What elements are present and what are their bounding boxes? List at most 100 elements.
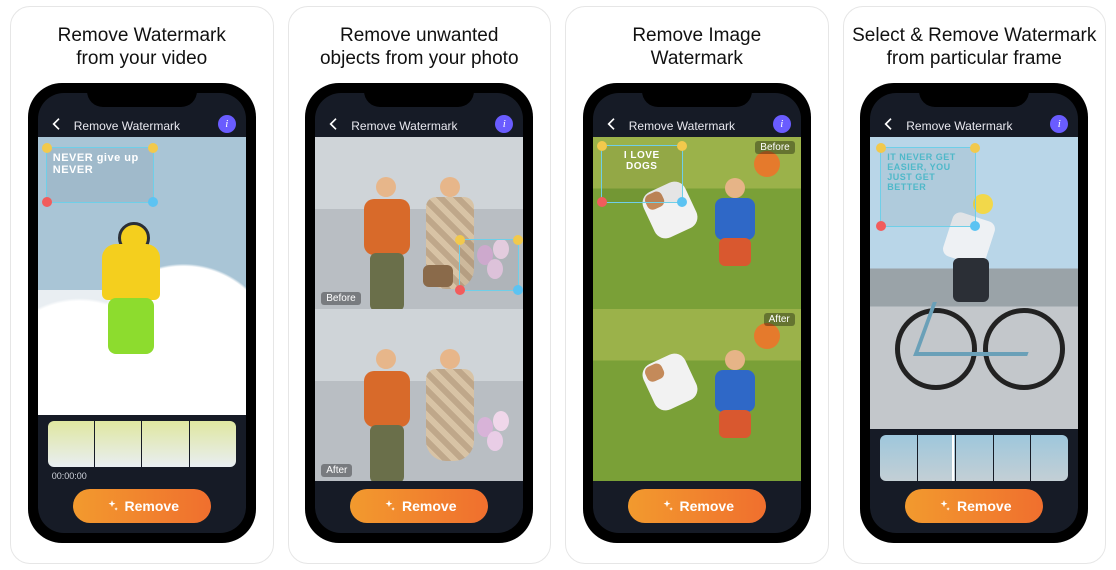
back-arrow-icon [326,116,342,132]
screen-title: Remove Watermark [74,119,210,133]
back-button[interactable] [325,115,343,133]
info-button[interactable]: i [495,115,513,133]
remove-button-label: Remove [125,498,179,514]
video-timeline[interactable] [48,421,236,467]
remove-button[interactable]: Remove [905,489,1043,523]
remove-button[interactable]: Remove [350,489,488,523]
frame-thumb[interactable] [994,435,1031,481]
sparkle-icon [382,499,396,513]
info-button[interactable]: i [1050,115,1068,133]
handle-icon[interactable] [42,197,52,207]
media-area[interactable]: NEVER give up NEVER [38,137,246,415]
media-area[interactable]: I LOVE DOGS Before After [593,137,801,481]
handle-icon[interactable] [597,197,607,207]
sparkle-icon [660,499,674,513]
frame-thumb[interactable] [1031,435,1068,481]
caption-3-line2: Watermark [651,48,743,69]
remove-button-label: Remove [680,498,734,514]
handle-icon[interactable] [597,141,607,151]
promo-card-1: Remove Watermark from your video Remove … [10,6,274,564]
app-screen-2: Remove Watermark i [315,93,523,533]
before-label: Before [755,141,794,154]
back-arrow-icon [49,116,65,132]
after-label: After [764,313,795,326]
frame-thumb[interactable] [918,435,955,481]
phone-mockup-1: Remove Watermark i [28,83,256,543]
watermark-selection[interactable]: I LOVE DOGS [601,145,683,203]
remove-button-label: Remove [957,498,1011,514]
watermark-selection[interactable]: IT NEVER GET EASIER, YOU JUST GET BETTER [880,147,976,227]
back-button[interactable] [603,115,621,133]
top-bar: Remove Watermark i [315,93,523,137]
watermark-text: I LOVE DOGS [624,150,660,172]
handle-icon[interactable] [677,141,687,151]
back-button[interactable] [880,115,898,133]
remove-button[interactable]: Remove [628,489,766,523]
caption-2: Remove unwanted objects from your photo [320,23,519,71]
frame-thumb[interactable] [956,435,993,481]
handle-icon[interactable] [148,197,158,207]
back-button[interactable] [48,115,66,133]
screen-title: Remove Watermark [629,119,765,133]
timeline-thumb [48,421,94,467]
watermark-text: NEVER give up NEVER [53,152,139,176]
after-label: After [321,464,352,477]
info-icon: i [780,118,783,130]
before-image: I LOVE DOGS Before [593,137,801,309]
top-bar: Remove Watermark i [38,93,246,137]
handle-icon[interactable] [148,143,158,153]
frame-marker[interactable] [952,435,954,481]
top-bar: Remove Watermark i [593,93,801,137]
back-arrow-icon [881,116,897,132]
handle-icon[interactable] [677,197,687,207]
caption-2-line1: Remove unwanted [340,25,498,46]
media-area[interactable]: IT NEVER GET EASIER, YOU JUST GET BETTER [870,137,1078,429]
bottom-panel: Remove [593,481,801,533]
info-button[interactable]: i [218,115,236,133]
sparkle-icon [937,499,951,513]
promo-card-3: Remove Image Watermark Remove Watermark … [565,6,829,564]
app-screen-4: Remove Watermark i [870,93,1078,533]
remove-button-label: Remove [402,498,456,514]
timecode: 00:00:00 [52,471,87,481]
phone-mockup-3: Remove Watermark i [583,83,811,543]
timeline-thumb [95,421,141,467]
phone-mockup-4: Remove Watermark i [860,83,1088,543]
after-image: After [315,309,523,481]
timeline-thumb [142,421,188,467]
bottom-panel: Remove [315,481,523,533]
watermark-text: IT NEVER GET EASIER, YOU JUST GET BETTER [887,152,956,192]
handle-icon[interactable] [455,235,465,245]
screen-title: Remove Watermark [906,119,1042,133]
info-icon: i [225,118,228,130]
after-image: After [593,309,801,481]
promo-card-4: Select & Remove Watermark from particula… [843,6,1107,564]
watermark-selection[interactable]: NEVER give up NEVER [46,147,154,203]
sparkle-icon [105,499,119,513]
app-store-screenshots: Remove Watermark from your video Remove … [0,0,1116,570]
balloons [475,411,519,471]
handle-icon[interactable] [42,143,52,153]
screen-title: Remove Watermark [351,119,487,133]
app-screen-1: Remove Watermark i [38,93,246,533]
media-area[interactable]: Before After [315,137,523,481]
promo-card-2: Remove unwanted objects from your photo … [288,6,552,564]
caption-1-line2: from your video [76,48,207,69]
caption-4-line1: Select & Remove Watermark [852,25,1096,46]
info-icon: i [1058,118,1061,130]
caption-3-line1: Remove Image [632,25,761,46]
bottom-panel: 00:00:00 Remove [38,415,246,533]
remove-button[interactable]: Remove [73,489,211,523]
unwanted-object-puppy [423,265,453,287]
caption-1: Remove Watermark from your video [58,23,226,71]
back-arrow-icon [604,116,620,132]
app-screen-3: Remove Watermark i [593,93,801,533]
object-selection[interactable] [459,239,519,291]
caption-1-line1: Remove Watermark [58,25,226,46]
before-label: Before [321,292,360,305]
frame-thumb[interactable] [880,435,917,481]
info-button[interactable]: i [773,115,791,133]
frame-selector[interactable] [880,435,1068,481]
handle-icon[interactable] [876,143,886,153]
info-icon: i [503,118,506,130]
